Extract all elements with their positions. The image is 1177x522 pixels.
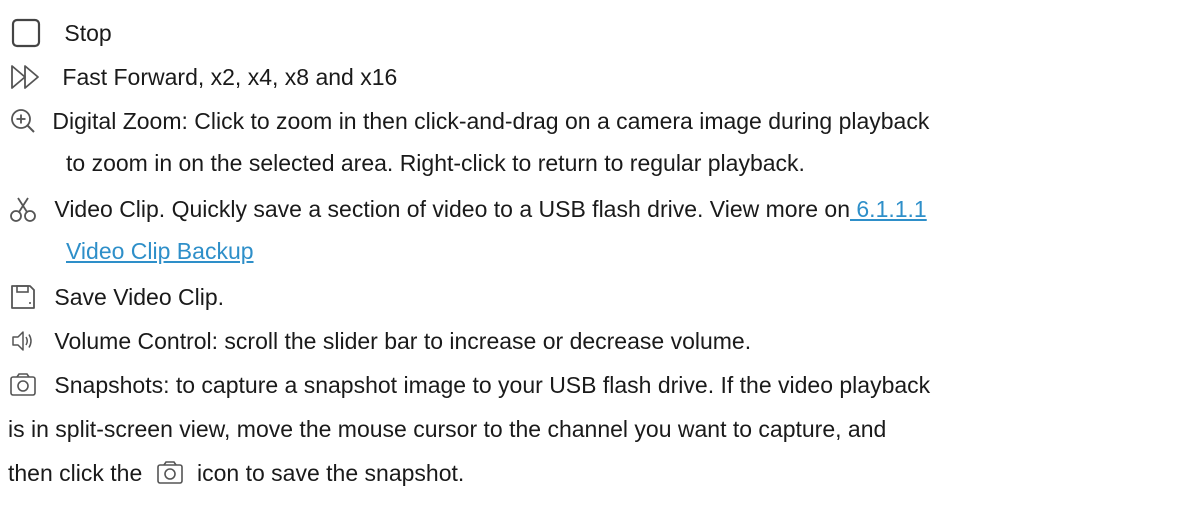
stop-label: Stop: [64, 19, 112, 46]
camera-icon: [155, 458, 185, 488]
zoom-in-icon: [8, 106, 38, 136]
digital-zoom-label-line2: to zoom in on the selected area. Right-c…: [66, 150, 805, 176]
list-item-fast-forward: Fast Forward, x2, x4, x8 and x16: [8, 58, 1169, 94]
video-clip-label: Video Clip. Quickly save a section of vi…: [54, 192, 926, 226]
fast-forward-icon: [8, 62, 46, 92]
digital-zoom-label: Digital Zoom: Click to zoom in then clic…: [52, 107, 930, 134]
video-clip-backup-link[interactable]: Video Clip Backup: [66, 238, 254, 264]
snapshots-label-line2: is in split-screen view, move the mouse …: [8, 415, 887, 442]
list-item-digital-zoom: Digital Zoom: Click to zoom in then clic…: [8, 102, 1169, 138]
snapshots-label-line3-pre: then click the: [8, 459, 143, 486]
snapshots-label-line3-post: icon to save the snapshot.: [197, 459, 465, 486]
snapshots-label: Snapshots: to capture a snapshot image t…: [54, 371, 931, 398]
scissors-icon: [8, 194, 38, 224]
stop-icon: [10, 17, 42, 49]
video-clip-backup-link-number[interactable]: 6.1.1.1: [850, 196, 926, 222]
list-item-volume-control: Volume Control: scroll the slider bar to…: [8, 322, 1169, 358]
volume-icon: [10, 327, 38, 355]
list-item-snapshots-cont2: then click the icon to save the snapshot…: [8, 454, 1169, 490]
list-item-stop: Stop: [8, 14, 1169, 50]
list-item-snapshots: Snapshots: to capture a snapshot image t…: [8, 366, 1169, 402]
camera-icon: [8, 370, 38, 400]
list-item-save-video-clip: Save Video Clip.: [8, 278, 1169, 314]
save-video-clip-label: Save Video Clip.: [54, 283, 225, 310]
fast-forward-label: Fast Forward, x2, x4, x8 and x16: [62, 63, 398, 90]
list-item-video-clip: Video Clip. Quickly save a section of vi…: [8, 190, 1169, 226]
volume-control-label: Volume Control: scroll the slider bar to…: [54, 327, 752, 354]
save-icon: [8, 282, 38, 312]
video-clip-text: Video Clip. Quickly save a section of vi…: [54, 195, 850, 222]
list-item-snapshots-cont: is in split-screen view, move the mouse …: [8, 410, 1169, 446]
